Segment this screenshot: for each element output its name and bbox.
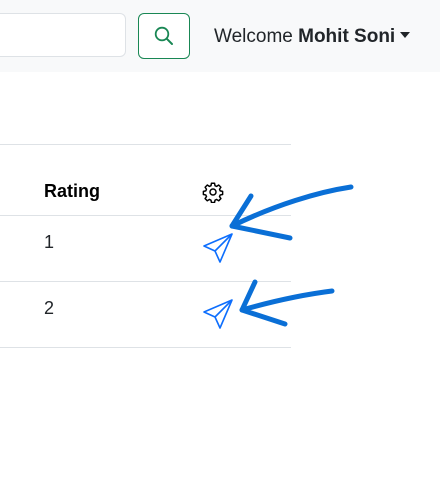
user-name: Mohit Soni bbox=[298, 26, 396, 47]
annotation-arrow-head bbox=[229, 193, 293, 241]
table-top-border bbox=[0, 144, 291, 145]
annotation-arrow bbox=[229, 184, 354, 229]
header-bottom-border bbox=[0, 215, 291, 216]
search-input[interactable] bbox=[0, 13, 126, 57]
gear-icon[interactable] bbox=[202, 181, 224, 203]
welcome-label: Welcome bbox=[214, 26, 293, 47]
rating-cell: 1 bbox=[44, 232, 55, 252]
caret-down-icon bbox=[400, 32, 411, 38]
search-icon bbox=[154, 26, 173, 45]
search-button[interactable] bbox=[138, 13, 190, 59]
top-navbar: Welcome Mohit Soni bbox=[0, 0, 440, 72]
annotation-arrow-head bbox=[239, 279, 288, 327]
table-bottom-border bbox=[0, 347, 291, 348]
column-header-rating: Rating bbox=[44, 181, 100, 201]
rating-cell: 2 bbox=[44, 298, 55, 318]
send-icon[interactable] bbox=[202, 298, 234, 330]
annotation-arrow bbox=[239, 288, 335, 313]
user-menu-dropdown[interactable]: Welcome Mohit Soni bbox=[214, 25, 411, 49]
page: Welcome Mohit Soni Rating 1 2 bbox=[0, 0, 440, 502]
row-divider bbox=[0, 281, 291, 282]
send-icon[interactable] bbox=[202, 232, 234, 264]
